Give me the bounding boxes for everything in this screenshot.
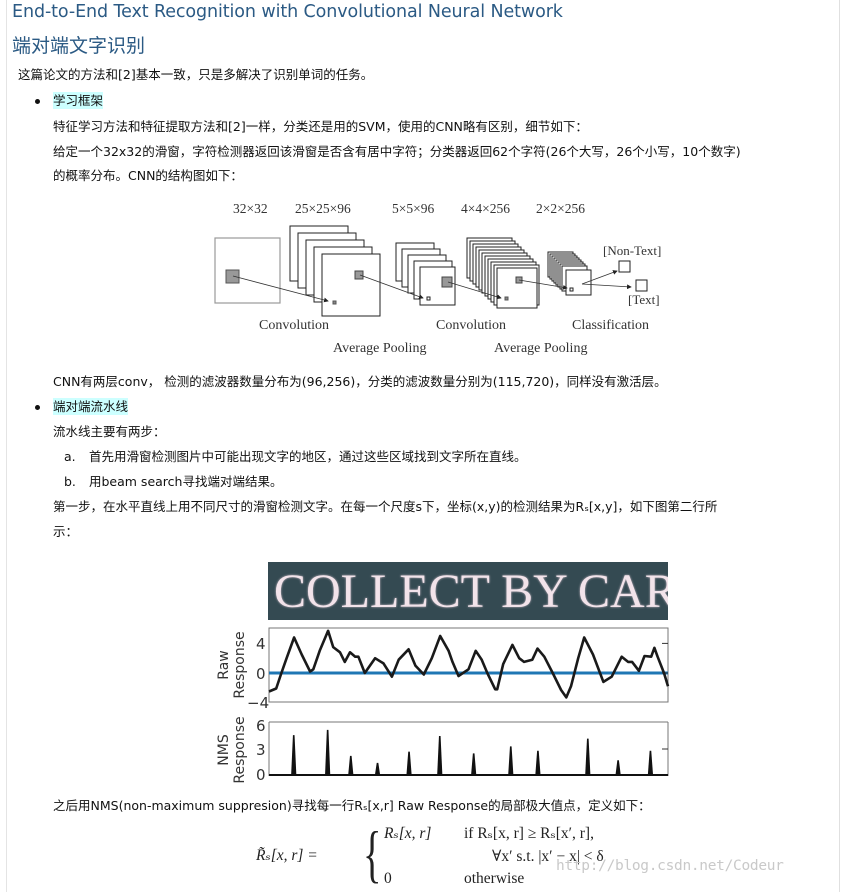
bullet-icon	[35, 405, 40, 410]
output-label: [Text]	[628, 292, 660, 307]
intro-paragraph: 这篇论文的方法和[2]基本一致，只是多解决了识别单词的任务。	[18, 67, 374, 82]
article-title-zh: 端对端文字识别	[12, 35, 146, 57]
highlighted-heading: 端对端流水线	[53, 398, 129, 415]
paragraph: 示：	[53, 524, 79, 539]
nms-peak	[348, 755, 354, 775]
nms-peak	[585, 738, 591, 775]
y-tick-label: 3	[256, 741, 266, 759]
y-tick-label: 0	[256, 665, 266, 683]
receptive-field	[225, 269, 240, 284]
step-marker: a.	[64, 449, 76, 464]
text-line-photo: COLLECT BY CAR	[268, 562, 668, 620]
nms-peak	[471, 753, 477, 775]
nms-formula: R̃ₛ[x, r] = { Rₛ[x, r] if Rₛ[x, r] ≥ Rₛ[…	[256, 818, 676, 892]
nms-peak	[535, 750, 541, 775]
formula-lhs: R̃ₛ[x, r] =	[256, 847, 318, 864]
nms-peak	[647, 750, 654, 775]
step-text: 用beam search寻找端对端结果。	[89, 474, 283, 489]
highlighted-heading: 学习框架	[53, 92, 104, 109]
formula-brace: {	[363, 818, 382, 889]
output-label: [Non-Text]	[603, 243, 661, 258]
dim-label: 25×25×96	[295, 201, 351, 216]
section-heading-pipeline: 端对端流水线	[53, 394, 129, 420]
article-title-en: End-to-End Text Recognition with Convolu…	[12, 2, 563, 22]
nms-peak	[325, 729, 331, 775]
dim-label: 5×5×96	[392, 201, 434, 216]
nms-peak	[615, 760, 621, 775]
y-tick-label: −4	[247, 694, 269, 712]
nms-peak	[374, 762, 381, 775]
photo-text: COLLECT BY CAR	[274, 565, 668, 618]
bullet-icon	[35, 99, 40, 104]
y-tick-label: 6	[256, 717, 266, 735]
formula-case2-condition: otherwise	[464, 870, 525, 887]
cnn-architecture-figure: 32×32 25×25×96 5×5×96 4×4×256 2×2×256 [N…	[205, 195, 675, 360]
stage-label: Convolution	[259, 318, 329, 333]
y-tick-label: 0	[256, 766, 266, 784]
stage-label: Convolution	[436, 318, 506, 333]
paragraph: CNN有两层conv， 检测的滤波器数量分布为(96,256)，分类的滤波数量分…	[53, 374, 667, 389]
y-tick-label: 4	[256, 635, 266, 653]
raw-plot-frame	[268, 627, 669, 703]
conv2-feature-maps	[466, 237, 540, 309]
step-marker: b.	[64, 474, 76, 489]
nms-ylabel-line2: Response	[232, 716, 248, 783]
raw-ylabel-line1: Raw	[216, 650, 232, 679]
text-output	[635, 279, 648, 292]
stage-label: Average Pooling	[333, 341, 426, 356]
pool1-feature-maps	[395, 242, 456, 306]
input-map	[214, 237, 281, 304]
paragraph: 之后用NMS(non-maximum suppresion)寻找每一行Rₛ[x,…	[53, 798, 651, 813]
dim-label: 2×2×256	[536, 201, 585, 216]
nms-peak	[508, 746, 514, 775]
dim-label: 32×32	[233, 201, 268, 216]
paragraph: 流水线主要有两步：	[53, 424, 166, 439]
paragraph: 第一步，在水平直线上用不同尺寸的滑窗检测文字。在每一个尺度s下，坐标(x,y)的…	[53, 499, 718, 514]
response-plots: 4 0 −4 Raw Response 6 3 0 NMS Response	[205, 622, 675, 784]
formula-case1-condition: if Rₛ[x, r] ≥ Rₛ[x′, r],	[464, 825, 594, 842]
nms-peak	[437, 736, 443, 775]
non-text-output	[618, 260, 631, 273]
raw-ylabel-line2: Response	[232, 631, 248, 698]
step-text: 首先用滑窗检测图片中可能出现文字的地区，通过这些区域找到文字所在直线。	[89, 449, 527, 464]
formula-case2-value: 0	[384, 870, 392, 887]
dim-label: 4×4×256	[461, 201, 510, 216]
stage-label: Average Pooling	[494, 341, 587, 356]
watermark: http://blog.csdn.net/Codeur	[556, 858, 784, 874]
section-heading-framework: 学习框架	[53, 88, 104, 114]
stage-label: Classification	[572, 318, 649, 333]
nms-peak	[406, 751, 412, 775]
paragraph: 给定一个32x32的滑窗，字符检测器返回该滑窗是否含有居中字符；分类器返回62个…	[53, 144, 741, 159]
nms-peak	[291, 735, 297, 775]
paragraph: 特征学习方法和特征提取方法和[2]一样，分类还是用的SVM，使用的CNN略有区别…	[53, 119, 588, 134]
paragraph: 的概率分布。CNN的结构图如下：	[53, 168, 243, 183]
nms-ylabel-line1: NMS	[216, 734, 232, 766]
formula-case1-value: Rₛ[x, r]	[384, 825, 432, 842]
